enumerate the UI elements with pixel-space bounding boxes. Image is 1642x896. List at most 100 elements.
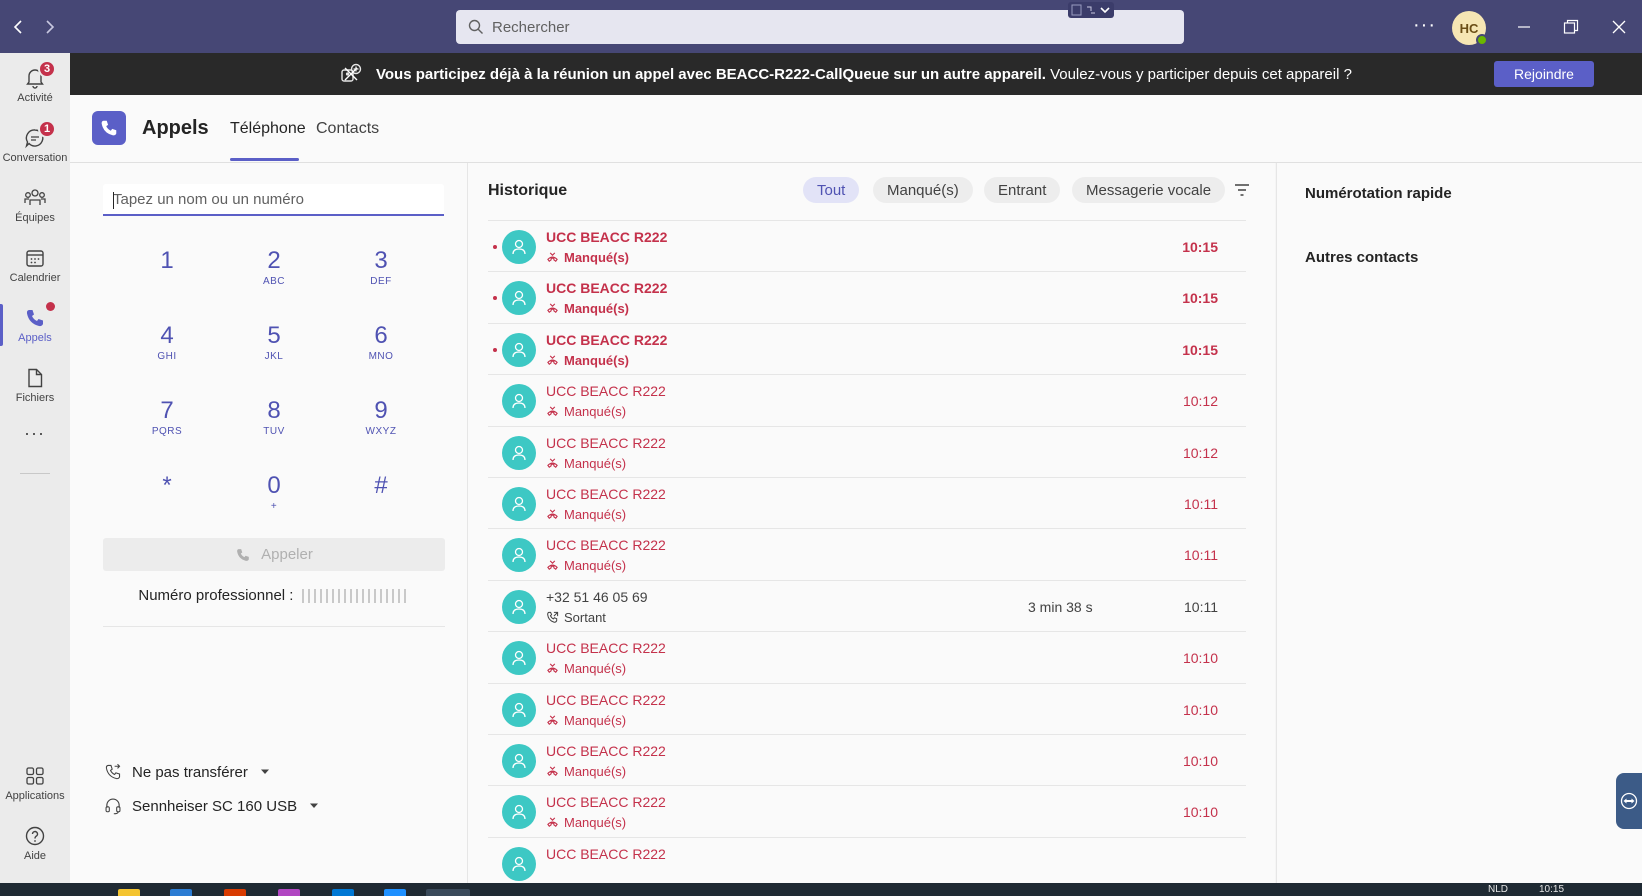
history-row[interactable]: UCC BEACC R222 Manqué(s) 10:10 [488, 682, 1246, 734]
dialpad-key-3[interactable]: 3 DEF [341, 247, 421, 307]
filter-icon[interactable] [1234, 183, 1250, 197]
taskbar-language[interactable]: NLD [1488, 884, 1508, 895]
call-time: 10:10 [1182, 752, 1218, 769]
key-digit: # [374, 472, 388, 499]
history-row[interactable]: UCC BEACC R222 [488, 836, 1246, 883]
dialpad-key-7[interactable]: 7 PQRS [127, 397, 207, 457]
title-bar: Rechercher ··· HC [0, 0, 1642, 53]
call-status-label: Manqué(s) [564, 558, 627, 574]
contact-name: UCC BEACC R222 [546, 691, 666, 708]
key-letters: MNO [368, 351, 394, 362]
filter-missed[interactable]: Manqué(s) [873, 177, 973, 203]
rail-item-files[interactable]: Fichiers [0, 356, 70, 414]
contact-name: UCC BEACC R222 [546, 280, 668, 297]
dialpad-key-0[interactable]: 0 + [234, 472, 314, 532]
contact-avatar [502, 795, 536, 830]
user-avatar[interactable]: HC [1452, 11, 1488, 46]
rail-label: Activité [17, 91, 53, 104]
dialpad-key-9[interactable]: 9 WXYZ [341, 397, 421, 457]
call-status: Manqué(s) [546, 661, 626, 676]
dialpad-key-8[interactable]: 8 TUV [234, 397, 314, 457]
close-icon[interactable] [340, 63, 362, 85]
filter-voicemail[interactable]: Messagerie vocale [1072, 177, 1226, 203]
history-row[interactable]: UCC BEACC R222 Manqué(s) 10:11 [488, 476, 1246, 528]
history-title: Historique [488, 182, 568, 199]
more-apps-icon[interactable]: ··· [24, 423, 45, 444]
more-options-icon[interactable]: ··· [1413, 14, 1436, 37]
dialpad-key-6[interactable]: 6 MNO [341, 322, 421, 382]
history-row[interactable]: UCC BEACC R222 Manqué(s) 10:12 [488, 374, 1246, 425]
join-button[interactable]: Rejoindre [1494, 61, 1594, 87]
key-letters: GHI [157, 351, 177, 362]
history-row[interactable]: UCC BEACC R222 Manqué(s) 10:10 [488, 785, 1246, 836]
taskbar-explorer-icon[interactable] [118, 889, 140, 896]
dial-input-placeholder: Tapez un nom ou un numéro [113, 190, 304, 208]
history-row[interactable]: UCC BEACC R222 Manqué(s) 10:10 [488, 631, 1246, 682]
call-status-label: Manqué(s) [564, 712, 627, 728]
call-status-label: Sortant [564, 609, 606, 625]
app-rail: 3 Activité 1 Conversation Équipes Calend… [0, 53, 70, 883]
contact-name: UCC BEACC R222 [546, 485, 666, 502]
dialpad-key-1[interactable]: 1 [127, 247, 207, 307]
taskbar-clock[interactable]: 10:15 [1539, 884, 1564, 895]
dialpad-key-star[interactable]: * [127, 472, 207, 532]
tab-phone[interactable]: Téléphone [230, 120, 306, 138]
close-window-icon[interactable] [1606, 14, 1632, 40]
restore-icon[interactable] [1558, 14, 1584, 40]
person-icon [510, 598, 528, 616]
filter-incoming[interactable]: Entrant [984, 177, 1061, 203]
filter-all[interactable]: Tout [803, 177, 860, 203]
history-row[interactable]: UCC BEACC R222 Manqué(s) 10:12 [488, 425, 1246, 477]
history-row[interactable]: UCC BEACC R222 Manqué(s) 10:11 [488, 528, 1246, 579]
rail-item-apps[interactable]: Applications [0, 754, 70, 812]
rail-item-calls[interactable]: Appels [0, 296, 70, 354]
history-row[interactable]: UCC BEACC R222 Manqué(s) 10:15 [488, 271, 1246, 322]
caret-down-icon [260, 768, 270, 776]
taskbar-app-icon[interactable] [332, 889, 354, 896]
rail-item-help[interactable]: Aide [0, 814, 70, 872]
forward-arrow-icon[interactable] [37, 15, 61, 39]
taskbar-app-icon[interactable] [278, 889, 300, 896]
call-status-label: Manqué(s) [564, 352, 629, 368]
tab-contacts[interactable]: Contacts [316, 120, 379, 138]
key-letters: WXYZ [365, 426, 397, 437]
audio-device-label: Sennheiser SC 160 USB [132, 797, 298, 815]
unread-dot [493, 347, 497, 352]
snap-layout-handle[interactable] [1068, 2, 1114, 18]
call-time: 10:15 [1182, 239, 1218, 255]
person-icon [510, 546, 528, 564]
back-arrow-icon[interactable] [7, 15, 31, 39]
audio-device-select[interactable]: Sennheiser SC 160 USB [104, 797, 329, 815]
banner-message-question: Voulez-vous y participer depuis cet appa… [1045, 66, 1352, 83]
history-row[interactable]: UCC BEACC R222 Manqué(s) 10:15 [488, 322, 1246, 374]
person-icon [510, 341, 528, 359]
rail-item-activity[interactable]: 3 Activité [0, 56, 70, 114]
teamviewer-tab[interactable] [1616, 773, 1642, 829]
key-digit: 1 [160, 247, 174, 274]
taskbar-teams-icon[interactable] [426, 889, 470, 896]
calls-notification-dot [46, 302, 55, 311]
taskbar-app-icon[interactable] [384, 889, 406, 896]
call-time: 10:15 [1182, 341, 1218, 358]
dialpad-key-5[interactable]: 5 JKL [234, 322, 314, 382]
call-forwarding-select[interactable]: Ne pas transférer [104, 763, 280, 781]
rail-item-calendar[interactable]: Calendrier [0, 236, 70, 294]
minimize-icon[interactable] [1511, 14, 1537, 40]
contact-name: UCC BEACC R222 [546, 434, 666, 451]
dialpad-key-2[interactable]: 2 ABC [234, 247, 314, 307]
dialpad-key-hash[interactable]: # [341, 472, 421, 532]
rail-item-chat[interactable]: 1 Conversation [0, 116, 70, 174]
history-row[interactable]: UCC BEACC R222 Manqué(s) 10:10 [488, 733, 1246, 785]
speed-dial-title: Numérotation rapide [1305, 185, 1452, 202]
call-status-label: Manqué(s) [564, 404, 627, 420]
history-row[interactable]: UCC BEACC R222 Manqué(s) 10:15 [488, 220, 1246, 271]
taskbar-app-icon[interactable] [170, 889, 192, 896]
rail-label: Appels [18, 331, 52, 344]
call-button[interactable]: Appeler [103, 538, 445, 571]
history-row[interactable]: +32 51 46 05 69 Sortant 3 min 38 s 10:11 [488, 579, 1246, 631]
rail-item-teams[interactable]: Équipes [0, 176, 70, 234]
dial-number-input[interactable]: Tapez un nom ou un numéro [103, 184, 444, 216]
taskbar-app-icon[interactable] [224, 889, 246, 896]
contact-name: UCC BEACC R222 [546, 845, 666, 862]
dialpad-key-4[interactable]: 4 GHI [127, 322, 207, 382]
